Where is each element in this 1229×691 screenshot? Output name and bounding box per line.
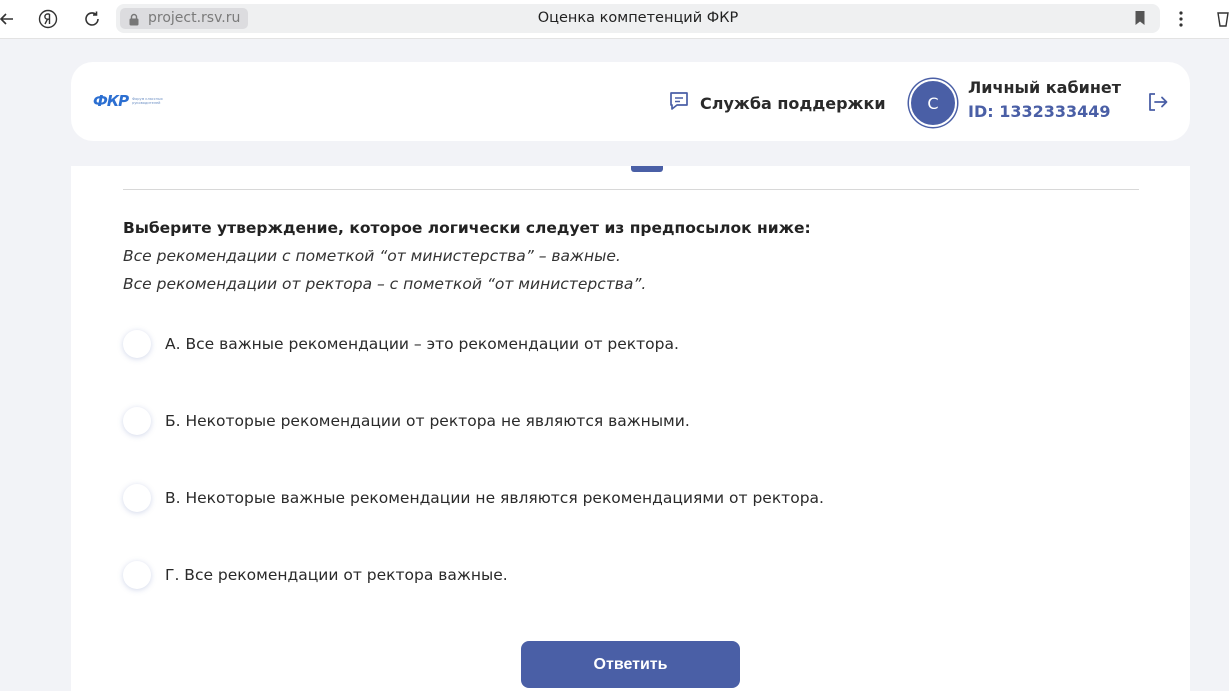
lock-icon — [128, 12, 140, 33]
submit-answer-button[interactable]: Ответить — [521, 641, 740, 688]
personal-cabinet[interactable]: Личный кабинет ID: 1332333449 — [968, 77, 1121, 125]
option-label: В. Некоторые важные рекомендации не явля… — [165, 489, 824, 507]
avatar[interactable]: С — [909, 79, 957, 127]
premise-2: Все рекомендации от ректора – с пометкой… — [123, 275, 647, 293]
answer-option-a[interactable]: А. Все важные рекомендации – это рекомен… — [123, 330, 679, 358]
support-label: Служба поддержки — [700, 93, 886, 113]
address-bar[interactable]: project.rsv.ru Оценка компетенций ФКР — [116, 4, 1160, 33]
browser-toolbar: project.rsv.ru Оценка компетенций ФКР — [0, 0, 1229, 39]
reload-icon[interactable] — [81, 8, 103, 30]
test-card: Выберите утверждение, которое логически … — [71, 166, 1190, 691]
progress-indicator — [631, 166, 663, 172]
page-title: Оценка компетенций ФКР — [537, 10, 739, 26]
option-label: Б. Некоторые рекомендации от ректора не … — [165, 412, 690, 430]
back-arrow-icon[interactable] — [0, 8, 18, 30]
user-id: ID: 1332333449 — [968, 102, 1111, 121]
premise-1: Все рекомендации с пометкой “от министер… — [123, 247, 621, 265]
url-text: project.rsv.ru — [148, 10, 241, 26]
logo-text: Форум классных руководителей — [132, 97, 163, 105]
yandex-logo-icon[interactable] — [37, 8, 59, 30]
url-pill[interactable]: project.rsv.ru — [120, 8, 249, 29]
cabinet-title: Личный кабинет — [968, 78, 1122, 97]
question-title: Выберите утверждение, которое логически … — [123, 219, 811, 237]
radio-button[interactable] — [123, 407, 151, 435]
divider — [123, 189, 1139, 190]
fkr-logo[interactable]: ФКР Форум классных руководителей — [93, 92, 177, 110]
option-label: А. Все важные рекомендации – это рекомен… — [165, 335, 679, 353]
logout-icon[interactable] — [1146, 91, 1168, 117]
menu-dots-icon[interactable] — [1170, 8, 1192, 30]
answer-option-c[interactable]: В. Некоторые важные рекомендации не явля… — [123, 484, 824, 512]
answer-option-b[interactable]: Б. Некоторые рекомендации от ректора не … — [123, 407, 690, 435]
answer-option-d[interactable]: Г. Все рекомендации от ректора важные. — [123, 561, 508, 589]
bookmark-icon[interactable] — [1134, 10, 1146, 30]
logo-mark: ФКР — [93, 92, 129, 110]
question-block: Выберите утверждение, которое логически … — [123, 214, 811, 298]
support-link[interactable]: Служба поддержки — [668, 90, 886, 116]
option-label: Г. Все рекомендации от ректора важные. — [165, 566, 508, 584]
radio-button[interactable] — [123, 484, 151, 512]
radio-button[interactable] — [123, 561, 151, 589]
radio-button[interactable] — [123, 330, 151, 358]
chat-bubble-icon — [668, 90, 690, 116]
extension-icon[interactable] — [1212, 8, 1229, 30]
site-header: ФКР Форум классных руководителей Служба … — [71, 62, 1190, 141]
